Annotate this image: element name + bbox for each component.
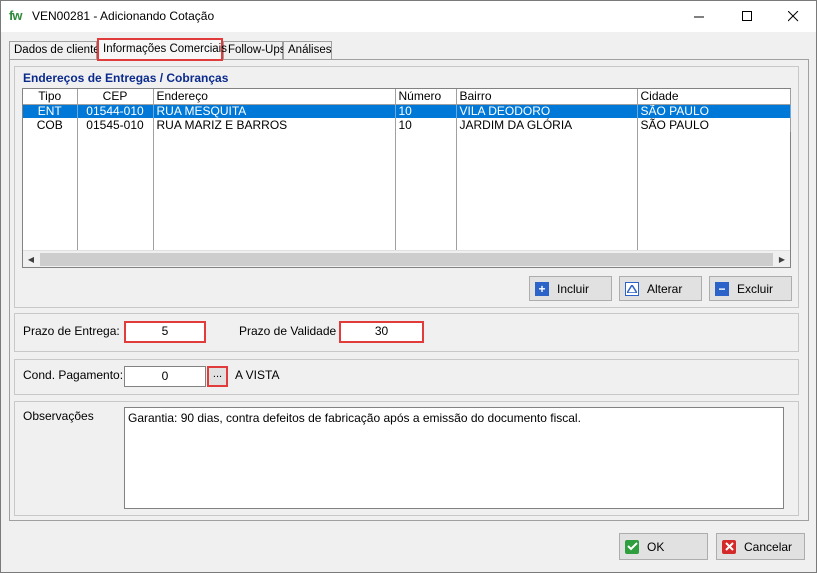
cancel-x-icon <box>722 539 736 554</box>
prazo-entrega-label: Prazo de Entrega: <box>23 324 120 338</box>
excluir-label: Excluir <box>737 281 774 296</box>
ok-button[interactable]: OK <box>619 533 708 560</box>
close-icon <box>787 11 798 22</box>
cell-tipo: COB <box>23 118 78 132</box>
cond-pagamento-lookup-button[interactable]: ... <box>207 366 228 387</box>
maximize-button[interactable] <box>724 1 770 32</box>
prazo-validade-label: Prazo de Validade <box>239 324 337 338</box>
cell-tipo: ENT <box>23 104 78 118</box>
check-icon <box>625 539 639 554</box>
grid-header-row: Tipo CEP Endereço Número Bairro Cidade <box>23 89 791 105</box>
cell-bairro: JARDIM DA GLÓRIA <box>456 118 638 132</box>
cond-pagamento-description: A VISTA <box>235 368 280 382</box>
tab-analises[interactable]: Análises <box>283 41 332 60</box>
column-header-cep[interactable]: CEP <box>77 89 154 105</box>
column-header-numero[interactable]: Número <box>395 89 457 105</box>
column-divider <box>153 119 154 251</box>
observacoes-textarea[interactable]: Garantia: 90 dias, contra defeitos de fa… <box>124 407 784 509</box>
dialog-window: fw VEN00281 - Adicionando Cotação Dados … <box>0 0 817 573</box>
prazo-validade-input[interactable]: 30 <box>339 321 424 343</box>
cond-pagamento-label: Cond. Pagamento: <box>23 368 124 382</box>
incluir-button[interactable]: + Incluir <box>529 276 612 301</box>
observacoes-label: Observações <box>23 409 94 423</box>
table-row[interactable]: COB 01545-010 RUA MARIZ E BARROS 10 JARD… <box>23 118 791 132</box>
scrollbar-thumb[interactable] <box>40 253 773 266</box>
ok-label: OK <box>647 539 665 554</box>
tab-follow-ups[interactable]: Follow-Ups <box>223 41 286 60</box>
prazo-entrega-input[interactable]: 5 <box>124 321 206 343</box>
cell-cidade: SÃO PAULO <box>637 104 791 118</box>
scroll-left-icon[interactable]: ◀ <box>23 252 39 267</box>
cancel-button[interactable]: Cancelar <box>716 533 805 560</box>
minimize-button[interactable] <box>676 1 722 32</box>
table-row[interactable]: ENT 01544-010 RUA MESQUITA 10 VILA DEODO… <box>23 104 791 118</box>
column-divider <box>395 119 396 251</box>
column-divider <box>456 119 457 251</box>
cell-numero: 10 <box>395 118 457 132</box>
minimize-icon <box>693 16 704 18</box>
minus-icon: − <box>715 281 729 296</box>
excluir-button[interactable]: − Excluir <box>709 276 792 301</box>
plus-icon: + <box>535 281 549 296</box>
window-title: VEN00281 - Adicionando Cotação <box>32 9 215 23</box>
cell-endereco: RUA MARIZ E BARROS <box>153 118 396 132</box>
cell-cep: 01545-010 <box>77 118 154 132</box>
column-header-endereco[interactable]: Endereço <box>153 89 396 105</box>
column-divider <box>637 119 638 251</box>
scroll-right-icon[interactable]: ▶ <box>774 252 790 267</box>
column-divider <box>77 119 78 251</box>
cell-bairro: VILA DEODORO <box>456 104 638 118</box>
tab-dados-cliente[interactable]: Dados de cliente <box>9 41 100 60</box>
alterar-button[interactable]: Alterar <box>619 276 702 301</box>
cell-cidade: SÃO PAULO <box>637 118 791 132</box>
close-button[interactable] <box>770 1 816 32</box>
maximize-icon <box>741 11 752 21</box>
app-logo-icon: fw <box>9 8 22 23</box>
title-bar: fw VEN00281 - Adicionando Cotação <box>1 1 816 32</box>
cell-cep: 01544-010 <box>77 104 154 118</box>
incluir-label: Incluir <box>557 281 590 296</box>
cell-endereco: RUA MESQUITA <box>153 104 396 118</box>
tab-informacoes-comerciais[interactable]: Informações Comerciais <box>97 38 227 61</box>
column-header-bairro[interactable]: Bairro <box>456 89 638 105</box>
addresses-title: Endereços de Entregas / Cobranças <box>23 71 229 85</box>
cond-pagamento-input[interactable]: 0 <box>124 366 206 387</box>
alterar-label: Alterar <box>647 281 683 296</box>
horizontal-scrollbar[interactable]: ◀ ▶ <box>23 250 790 267</box>
cell-numero: 10 <box>395 104 457 118</box>
cancel-label: Cancelar <box>744 539 793 554</box>
column-header-tipo[interactable]: Tipo <box>23 89 78 105</box>
edit-triangle-icon <box>625 281 639 296</box>
column-header-cidade[interactable]: Cidade <box>637 89 791 105</box>
addresses-grid[interactable]: Tipo CEP Endereço Número Bairro Cidade E… <box>22 88 791 268</box>
